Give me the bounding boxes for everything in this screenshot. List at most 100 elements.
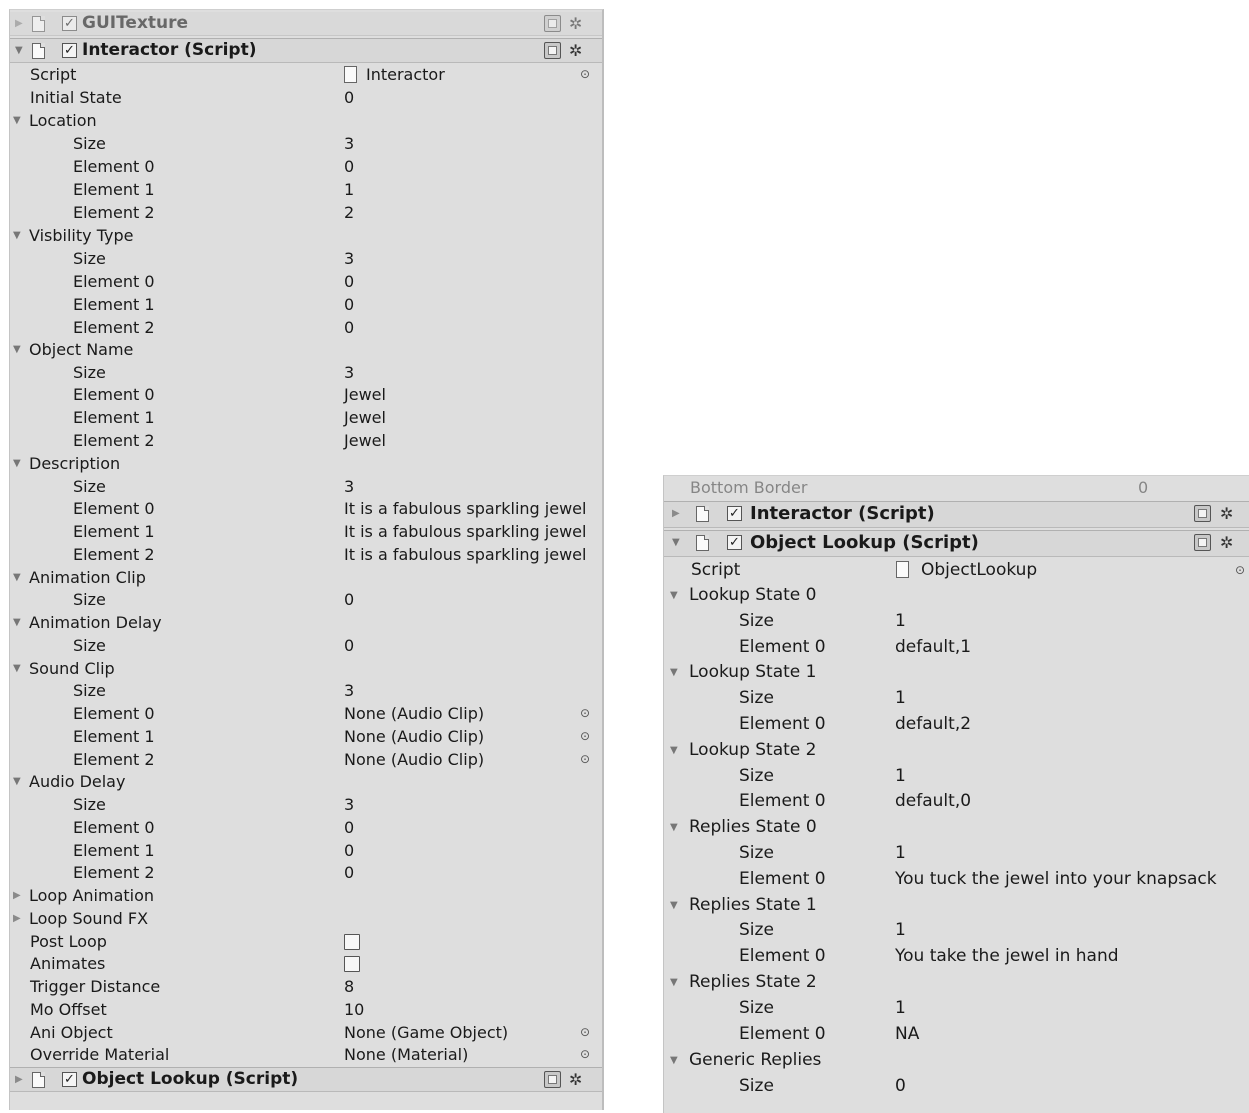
array-header-animation-clip[interactable]: ▼ Animation Clip xyxy=(10,566,602,589)
size-field[interactable]: 3 xyxy=(344,679,354,702)
size-field[interactable]: 0 xyxy=(344,588,354,611)
collapse-arrow-icon[interactable]: ▼ xyxy=(670,583,678,608)
element-field[interactable]: It is a fabulous sparkling jewel xyxy=(344,497,586,520)
array-header-generic-replies[interactable]: ▼ Generic Replies xyxy=(664,1048,1249,1073)
enabled-checkbox[interactable]: ✓ xyxy=(62,43,77,58)
expand-arrow-icon[interactable]: ▶ xyxy=(15,12,23,35)
help-book-icon[interactable] xyxy=(544,15,561,32)
component-header-object-lookup[interactable]: ▶ ✓ Object Lookup (Script) ✲ xyxy=(10,1067,602,1092)
mo-offset-field[interactable]: 10 xyxy=(344,998,364,1021)
audio-clip-field[interactable]: None (Audio Clip) xyxy=(344,748,484,771)
object-picker-icon[interactable]: ⊙ xyxy=(580,748,590,771)
size-field[interactable]: 0 xyxy=(895,1074,906,1099)
initial-state-field[interactable]: 0 xyxy=(344,86,354,109)
object-picker-icon[interactable]: ⊙ xyxy=(580,1043,590,1066)
array-header-lookup-group[interactable]: ▼ Lookup State 2 xyxy=(664,738,1249,763)
element-field[interactable]: 0 xyxy=(344,839,354,862)
audio-clip-field[interactable]: None (Audio Clip) xyxy=(344,702,484,725)
collapse-arrow-icon[interactable]: ▼ xyxy=(670,660,678,685)
element-field[interactable]: Jewel xyxy=(344,383,386,406)
element-field[interactable]: You tuck the jewel into your knapsack xyxy=(895,867,1217,892)
enabled-checkbox[interactable]: ✓ xyxy=(727,506,742,521)
collapse-arrow-icon[interactable]: ▼ xyxy=(670,1048,678,1073)
array-header-description[interactable]: ▼ Description xyxy=(10,452,602,475)
element-field[interactable]: 2 xyxy=(344,201,354,224)
element-field[interactable]: default,2 xyxy=(895,712,971,737)
element-field[interactable]: 0 xyxy=(344,316,354,339)
array-header-object-name[interactable]: ▼ Object Name xyxy=(10,338,602,361)
element-field[interactable]: Jewel xyxy=(344,429,386,452)
array-header-lookup-group[interactable]: ▼ Replies State 1 xyxy=(664,893,1249,918)
expand-arrow-icon[interactable]: ▶ xyxy=(13,884,21,907)
gear-icon[interactable]: ✲ xyxy=(1220,502,1233,525)
object-picker-icon[interactable]: ⊙ xyxy=(580,702,590,725)
size-field[interactable]: 0 xyxy=(344,634,354,657)
help-book-icon[interactable] xyxy=(1194,534,1211,551)
size-field[interactable]: 1 xyxy=(895,841,906,866)
script-field[interactable]: Interactor xyxy=(366,63,445,86)
array-header-animation-delay[interactable]: ▼ Animation Delay xyxy=(10,611,602,634)
element-field[interactable]: 0 xyxy=(344,861,354,884)
bottom-border-field[interactable]: 0 xyxy=(1138,476,1148,499)
element-field[interactable]: 0 xyxy=(344,293,354,316)
element-field[interactable]: It is a fabulous sparkling jewel xyxy=(344,543,586,566)
element-field[interactable]: 1 xyxy=(344,178,354,201)
collapse-arrow-icon[interactable]: ▼ xyxy=(672,531,680,554)
script-field[interactable]: ObjectLookup xyxy=(921,558,1037,583)
collapse-arrow-icon[interactable]: ▼ xyxy=(13,566,21,589)
enabled-checkbox[interactable]: ✓ xyxy=(62,1072,77,1087)
array-header-loop-animation[interactable]: ▶ Loop Animation xyxy=(10,884,602,907)
size-field[interactable]: 3 xyxy=(344,475,354,498)
size-field[interactable]: 1 xyxy=(895,918,906,943)
collapse-arrow-icon[interactable]: ▼ xyxy=(13,452,21,475)
element-field[interactable]: You take the jewel in hand xyxy=(895,944,1119,969)
size-field[interactable]: 1 xyxy=(895,609,906,634)
size-field[interactable]: 3 xyxy=(344,793,354,816)
gear-icon[interactable]: ✲ xyxy=(569,39,582,62)
array-header-sound-clip[interactable]: ▼ Sound Clip xyxy=(10,657,602,680)
element-field[interactable]: default,1 xyxy=(895,635,971,660)
component-header-guitexture[interactable]: ▶ ✓ GUITexture ✲ xyxy=(10,12,602,36)
element-field[interactable]: 0 xyxy=(344,270,354,293)
array-header-lookup-group[interactable]: ▼ Lookup State 1 xyxy=(664,660,1249,685)
expand-arrow-icon[interactable]: ▶ xyxy=(13,907,21,930)
collapse-arrow-icon[interactable]: ▼ xyxy=(670,893,678,918)
size-field[interactable]: 1 xyxy=(895,996,906,1021)
override-material-field[interactable]: None (Material) xyxy=(344,1043,468,1066)
collapse-arrow-icon[interactable]: ▼ xyxy=(13,770,21,793)
object-picker-icon[interactable]: ⊙ xyxy=(1235,558,1245,583)
expand-arrow-icon[interactable]: ▶ xyxy=(672,502,680,525)
collapse-arrow-icon[interactable]: ▼ xyxy=(670,815,678,840)
size-field[interactable]: 3 xyxy=(344,247,354,270)
element-field[interactable]: default,0 xyxy=(895,789,971,814)
object-picker-icon[interactable]: ⊙ xyxy=(580,63,590,86)
collapse-arrow-icon[interactable]: ▼ xyxy=(13,224,21,247)
component-header-object-lookup[interactable]: ▼ ✓ Object Lookup (Script) ✲ xyxy=(664,530,1249,557)
help-book-icon[interactable] xyxy=(1194,505,1211,522)
ani-object-field[interactable]: None (Game Object) xyxy=(344,1021,508,1044)
gear-icon[interactable]: ✲ xyxy=(569,12,582,35)
size-field[interactable]: 3 xyxy=(344,361,354,384)
array-header-location[interactable]: ▼ Location xyxy=(10,109,602,132)
enabled-checkbox[interactable]: ✓ xyxy=(727,535,742,550)
element-field[interactable]: Jewel xyxy=(344,406,386,429)
object-picker-icon[interactable]: ⊙ xyxy=(580,725,590,748)
element-field[interactable]: NA xyxy=(895,1022,919,1047)
audio-clip-field[interactable]: None (Audio Clip) xyxy=(344,725,484,748)
enabled-checkbox[interactable]: ✓ xyxy=(62,16,77,31)
array-header-audio-delay[interactable]: ▼ Audio Delay xyxy=(10,770,602,793)
component-header-interactor[interactable]: ▶ ✓ Interactor (Script) ✲ xyxy=(664,501,1249,528)
collapse-arrow-icon[interactable]: ▼ xyxy=(13,611,21,634)
expand-arrow-icon[interactable]: ▶ xyxy=(15,1068,23,1091)
collapse-arrow-icon[interactable]: ▼ xyxy=(670,970,678,995)
animates-checkbox[interactable] xyxy=(344,956,360,972)
collapse-arrow-icon[interactable]: ▼ xyxy=(13,657,21,680)
element-field[interactable]: It is a fabulous sparkling jewel xyxy=(344,520,586,543)
gear-icon[interactable]: ✲ xyxy=(1220,531,1233,554)
array-header-lookup-group[interactable]: ▼ Replies State 0 xyxy=(664,815,1249,840)
help-book-icon[interactable] xyxy=(544,1071,561,1088)
array-header-lookup-group[interactable]: ▼ Replies State 2 xyxy=(664,970,1249,995)
collapse-arrow-icon[interactable]: ▼ xyxy=(13,109,21,132)
collapse-arrow-icon[interactable]: ▼ xyxy=(670,738,678,763)
component-header-interactor[interactable]: ▼ ✓ Interactor (Script) ✲ xyxy=(10,38,602,63)
